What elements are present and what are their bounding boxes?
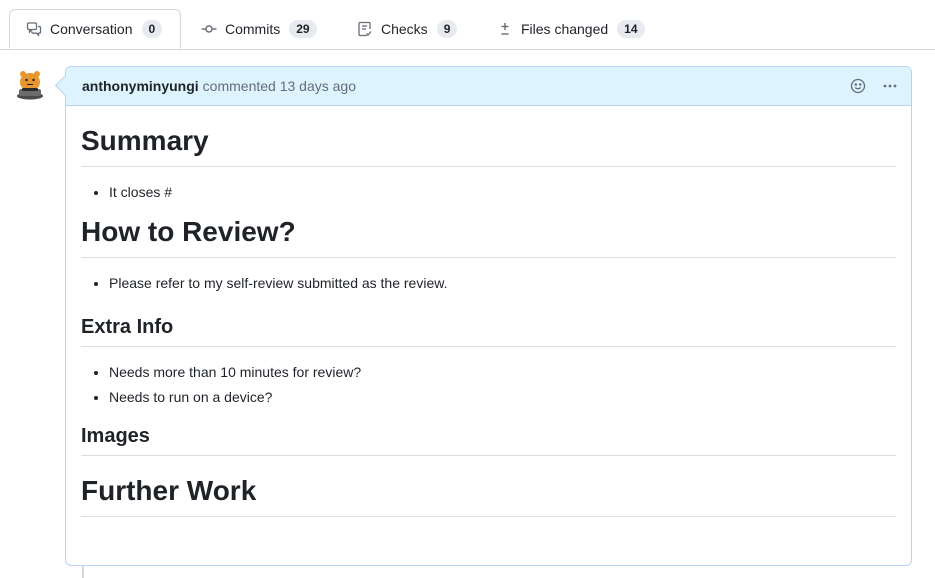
- comment-body: Summary It closes # How to Review? Pleas…: [66, 124, 911, 517]
- tab-count-badge: 14: [617, 20, 645, 38]
- list-item: It closes #: [109, 184, 896, 201]
- tab-conversation[interactable]: Conversation 0: [9, 9, 181, 49]
- tab-commits[interactable]: Commits 29: [201, 9, 317, 49]
- checklist-icon: [357, 21, 373, 37]
- tab-files-changed[interactable]: Files changed 14: [497, 9, 645, 49]
- comment-timestamp[interactable]: commented 13 days ago: [203, 78, 356, 94]
- heading-how-to-review: How to Review?: [81, 215, 896, 258]
- comment-discussion-icon: [26, 21, 42, 37]
- pr-description-comment: anthonyminyungi commented 13 days ago Su…: [65, 66, 912, 566]
- heading-images: Images: [81, 423, 896, 456]
- tab-label: Conversation: [50, 21, 133, 37]
- heading-summary: Summary: [81, 124, 896, 167]
- tab-count-badge: 9: [436, 20, 458, 38]
- extra-list: Needs more than 10 minutes for review? N…: [81, 364, 896, 406]
- comment-header: anthonyminyungi commented 13 days ago: [66, 67, 911, 106]
- tab-count-badge: 0: [141, 20, 163, 38]
- comment-actions: [849, 77, 899, 95]
- review-list: Please refer to my self-review submitted…: [81, 275, 896, 292]
- timeline-line: [82, 566, 84, 578]
- summary-list: It closes #: [81, 184, 896, 201]
- list-item: Needs to run on a device?: [109, 389, 896, 406]
- heading-extra-info: Extra Info: [81, 314, 896, 347]
- avatar[interactable]: [13, 67, 47, 101]
- comment-author[interactable]: anthonyminyungi: [82, 78, 199, 94]
- git-commit-icon: [201, 21, 217, 37]
- file-diff-icon: [497, 21, 513, 37]
- list-item: Needs more than 10 minutes for review?: [109, 364, 896, 381]
- pr-tab-nav: Conversation 0 Commits 29 Checks 9 Files…: [0, 0, 935, 50]
- tab-label: Files changed: [521, 21, 609, 37]
- tab-checks[interactable]: Checks 9: [357, 9, 458, 49]
- tab-label: Checks: [381, 21, 428, 37]
- list-item: Please refer to my self-review submitted…: [109, 275, 896, 292]
- smiley-icon[interactable]: [849, 77, 867, 95]
- kebab-horizontal-icon[interactable]: [881, 77, 899, 95]
- tab-count-badge: 29: [289, 20, 317, 38]
- heading-further-work: Further Work: [81, 474, 896, 517]
- tab-label: Commits: [225, 21, 281, 37]
